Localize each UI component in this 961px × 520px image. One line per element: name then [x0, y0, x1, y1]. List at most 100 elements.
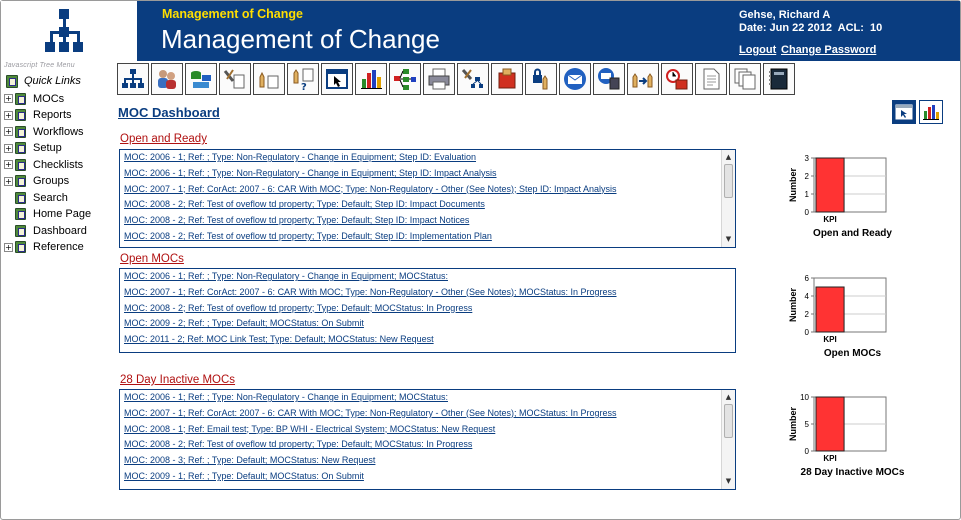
moc-row[interactable]: MOC: 2008 - 2; Ref: Test of oveflow td p… — [120, 301, 735, 317]
user-name: Gehse, Richard A — [739, 9, 831, 21]
section-title-open-and-ready[interactable]: Open and Ready — [120, 133, 207, 145]
alarm-clock-button[interactable] — [661, 63, 693, 95]
moc-row[interactable]: MOC: 2008 - 2; Ref: Test of oveflow td p… — [120, 213, 735, 229]
window-pointer-button[interactable] — [321, 63, 353, 95]
tree-diagram-button[interactable] — [389, 63, 421, 95]
tree-item-quick-links[interactable]: Quick Links — [4, 73, 112, 90]
moc-row[interactable]: MOC: 2011 - 2; Ref: MOC Link Test; Type:… — [120, 332, 735, 348]
moc-row[interactable]: MOC: 2007 - 1; Ref: CorAct: 2007 - 6: CA… — [120, 406, 735, 422]
tree-item-dashboard[interactable]: Dashboard — [4, 223, 112, 240]
tree-item-setup[interactable]: + Setup — [4, 140, 112, 157]
moc-row[interactable]: MOC: 2006 - 1; Ref: ; Type: Non-Regulato… — [120, 269, 735, 285]
tree-item-label: Setup — [33, 142, 62, 155]
document-button[interactable] — [695, 63, 727, 95]
y-tick-label: 0 — [805, 328, 810, 337]
scroll-thumb[interactable] — [724, 164, 733, 198]
y-tick-label: 3 — [805, 154, 810, 163]
handoff-button[interactable] — [627, 63, 659, 95]
email-doc-icon — [598, 68, 620, 90]
section-title-open-mocs[interactable]: Open MOCs — [120, 253, 184, 265]
tree-item-home-page[interactable]: Home Page — [4, 206, 112, 223]
scrollbar[interactable]: ▲ ▼ — [721, 390, 735, 489]
x-tick-label: KPI — [823, 215, 836, 224]
bar-chart-button[interactable] — [355, 63, 387, 95]
book-icon — [15, 224, 26, 237]
org-chart-button[interactable] — [117, 63, 149, 95]
y-tick-label: 2 — [805, 172, 810, 181]
moc-row[interactable]: MOC: 2008 - 1; Ref: Email test; Type: BP… — [120, 422, 735, 438]
users-button[interactable] — [151, 63, 183, 95]
email-button[interactable] — [559, 63, 591, 95]
y-axis-label: Number — [788, 168, 798, 203]
tree-item-label: Workflows — [33, 125, 84, 138]
section-title-28-day-inactive[interactable]: 28 Day Inactive MOCs — [120, 374, 235, 386]
moc-row[interactable]: MOC: 2009 - 2; Ref: ; Type: Default; MOC… — [120, 316, 735, 332]
lock-hand-button[interactable] — [525, 63, 557, 95]
notebook-icon — [769, 68, 788, 90]
book-icon — [15, 191, 26, 204]
logout-link[interactable]: Logout — [739, 44, 776, 56]
moc-row[interactable]: MOC: 2008 - 3; Ref: ; Type: Default; MOC… — [120, 453, 735, 469]
scroll-up-arrow-icon[interactable]: ▲ — [722, 391, 735, 404]
kpi-bar-chart: 0 5 10 KPI Number — [788, 393, 887, 463]
book-icon — [6, 74, 18, 88]
tree-item-workflows[interactable]: + Workflows — [4, 124, 112, 141]
moc-row[interactable]: MOC: 2006 - 1; Ref: ; Type: Non-Regulato… — [120, 166, 735, 182]
dashboard-title[interactable]: MOC Dashboard — [118, 105, 220, 120]
scroll-thumb[interactable] — [724, 404, 733, 438]
moc-row[interactable]: MOC: 2006 - 1; Ref: ; Type: Non-Regulato… — [120, 390, 735, 406]
book-icon — [15, 92, 26, 105]
open-mocs-chart: 0 2 4 6 KPI Number Open MOCs — [780, 270, 910, 370]
hand-doc-button[interactable] — [253, 63, 285, 95]
y-tick-label: 6 — [805, 274, 810, 283]
checklist-box-button[interactable] — [491, 63, 523, 95]
scroll-down-arrow-icon[interactable]: ▼ — [722, 233, 735, 246]
moc-row[interactable]: MOC: 2007 - 1; Ref: CorAct: 2007 - 6: CA… — [120, 182, 735, 198]
x-tick-label: KPI — [823, 454, 836, 463]
scroll-up-arrow-icon[interactable]: ▲ — [722, 151, 735, 164]
chart-title: Open and Ready — [813, 228, 892, 239]
email-doc-button[interactable] — [593, 63, 625, 95]
tree-item-reports[interactable]: + Reports — [4, 107, 112, 124]
tree-item-checklists[interactable]: + Checklists — [4, 157, 112, 174]
tree-item-label: Home Page — [33, 208, 92, 221]
tools-org-button[interactable] — [457, 63, 489, 95]
printer-button[interactable] — [423, 63, 455, 95]
tree-item-search[interactable]: Search — [4, 190, 112, 207]
tree-item-reference[interactable]: + Reference — [4, 239, 112, 256]
kpi-bar-chart: 0 1 2 3 KPI Number — [788, 154, 887, 224]
expand-icon[interactable]: + — [4, 110, 13, 120]
chart-view-button[interactable] — [919, 100, 943, 124]
user-date-acl: Date: Jun 22 2012 ACL: 10 — [739, 22, 883, 34]
scroll-down-arrow-icon[interactable]: ▼ — [722, 475, 735, 488]
moc-row[interactable]: MOC: 2006 - 1; Ref: ; Type: Non-Regulato… — [120, 150, 735, 166]
kpi-bar — [815, 286, 845, 333]
expand-icon[interactable]: + — [4, 242, 13, 252]
hand-question-button[interactable]: ? — [287, 63, 319, 95]
scrollbar[interactable]: ▲ ▼ — [721, 150, 735, 247]
y-tick-label: 0 — [805, 208, 810, 217]
tools-doc-button[interactable] — [219, 63, 251, 95]
documents-button[interactable] — [729, 63, 761, 95]
expand-icon[interactable]: + — [4, 143, 13, 153]
change-password-link[interactable]: Change Password — [781, 44, 876, 56]
tree-diagram-icon — [394, 69, 416, 90]
tree-item-mocs[interactable]: + MOCs — [4, 91, 112, 108]
book-icon — [15, 125, 26, 138]
tree-item-groups[interactable]: + Groups — [4, 173, 112, 190]
moc-row[interactable]: MOC: 2007 - 1; Ref: CorAct: 2007 - 6: CA… — [120, 285, 735, 301]
expand-icon[interactable]: + — [4, 160, 13, 170]
moc-row[interactable]: MOC: 2008 - 2; Ref: Test of oveflow td p… — [120, 437, 735, 453]
moc-row[interactable]: MOC: 2008 - 2; Ref: Test of oveflow td p… — [120, 197, 735, 213]
list-view-button[interactable] — [892, 100, 916, 124]
expand-icon[interactable]: + — [4, 127, 13, 137]
database-flow-button[interactable] — [185, 63, 217, 95]
moc-row[interactable]: MOC: 2008 - 2; Ref: Test of oveflow td p… — [120, 229, 735, 245]
moc-row[interactable]: MOC: 2009 - 1; Ref: ; Type: Default; MOC… — [120, 469, 735, 485]
notebook-button[interactable] — [763, 63, 795, 95]
tree-item-label: MOCs — [33, 92, 65, 105]
expand-icon[interactable]: + — [4, 94, 13, 104]
expand-icon[interactable]: + — [4, 176, 13, 186]
svg-text:?: ? — [301, 82, 307, 91]
